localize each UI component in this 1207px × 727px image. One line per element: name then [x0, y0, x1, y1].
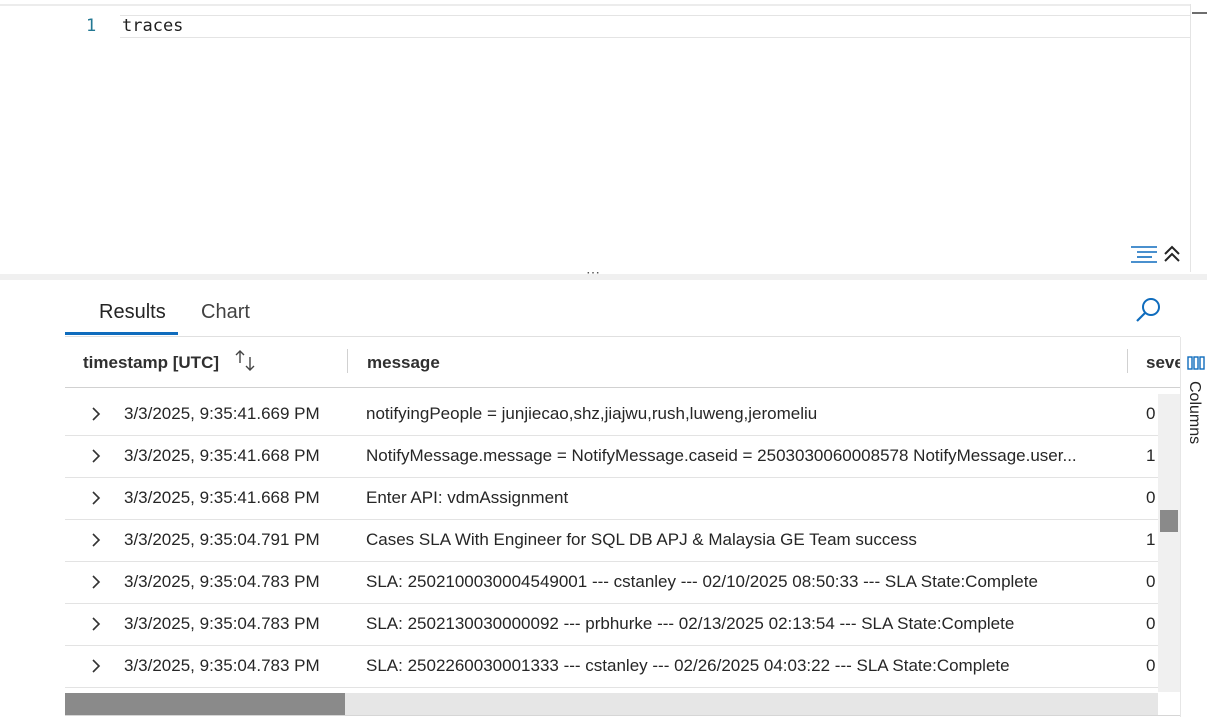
table-row[interactable]: 3/3/2025, 9:35:04.783 PM SLA: 2502260030… — [65, 646, 1160, 688]
editor-top-border — [0, 4, 1190, 6]
column-separator[interactable] — [347, 349, 348, 373]
message-cell: NotifyMessage.message = NotifyMessage.ca… — [366, 446, 1077, 465]
search-icon[interactable] — [1134, 296, 1162, 324]
chevron-right-icon[interactable] — [89, 532, 103, 548]
severity-cell: 1 — [1146, 530, 1156, 549]
columns-panel-toggle[interactable]: Columns — [1180, 337, 1207, 717]
table-row[interactable]: 3/3/2025, 9:35:04.783 PM SLA: 2502130030… — [65, 604, 1160, 646]
timestamp-cell: 3/3/2025, 9:35:04.783 PM — [124, 656, 320, 675]
chevron-right-icon[interactable] — [89, 448, 103, 464]
columns-icon[interactable] — [1187, 355, 1205, 371]
collapse-up-icon[interactable] — [1162, 244, 1182, 264]
timestamp-cell: 3/3/2025, 9:35:04.783 PM — [124, 572, 320, 591]
severity-cell: 0 — [1146, 404, 1156, 423]
format-icon[interactable] — [1130, 244, 1158, 264]
table-row[interactable]: 3/3/2025, 9:35:41.668 PM Enter API: vdmA… — [65, 478, 1160, 520]
chevron-right-icon[interactable] — [89, 658, 103, 674]
timestamp-cell: 3/3/2025, 9:35:41.668 PM — [124, 488, 320, 507]
column-header-timestamp[interactable]: timestamp [UTC] — [83, 353, 219, 373]
severity-cell: 0 — [1146, 614, 1156, 633]
column-separator[interactable] — [1127, 349, 1128, 373]
grid-header: timestamp [UTC] message seve — [65, 337, 1180, 388]
vertical-scrollbar[interactable] — [1158, 394, 1180, 692]
splitter-grip-icon[interactable]: ⋯ — [586, 264, 601, 281]
active-tab-indicator — [65, 332, 178, 335]
line-number: 1 — [86, 16, 97, 36]
grid-bottom-border — [65, 715, 1207, 716]
table-row[interactable]: 3/3/2025, 9:35:41.669 PM notifyingPeople… — [65, 394, 1160, 436]
timestamp-cell: 3/3/2025, 9:35:41.668 PM — [124, 446, 320, 465]
query-text[interactable]: traces — [122, 16, 183, 36]
editor-scrollbar[interactable] — [1190, 4, 1191, 272]
chevron-right-icon[interactable] — [89, 490, 103, 506]
timestamp-cell: 3/3/2025, 9:35:41.669 PM — [124, 404, 320, 423]
message-cell: SLA: 2502260030001333 --- cstanley --- 0… — [366, 656, 1010, 675]
chevron-right-icon[interactable] — [89, 616, 103, 632]
columns-panel-label[interactable]: Columns — [1185, 381, 1203, 444]
sort-icon[interactable] — [233, 349, 259, 373]
horizontal-scroll-thumb[interactable] — [65, 693, 345, 715]
message-cell: SLA: 2502130030000092 --- prbhurke --- 0… — [366, 614, 1015, 633]
column-header-severity[interactable]: seve — [1146, 353, 1180, 373]
results-grid: timestamp [UTC] message seve 3/3/2025, 9… — [65, 337, 1180, 715]
timestamp-cell: 3/3/2025, 9:35:04.783 PM — [124, 614, 320, 633]
message-cell: Enter API: vdmAssignment — [366, 488, 569, 507]
horizontal-scrollbar[interactable] — [65, 693, 1158, 715]
chevron-right-icon[interactable] — [89, 574, 103, 590]
query-editor[interactable]: 1 traces — [0, 0, 1207, 274]
severity-cell: 0 — [1146, 488, 1156, 507]
chevron-right-icon[interactable] — [89, 406, 103, 422]
message-cell: SLA: 2502100030004549001 --- cstanley --… — [366, 572, 1038, 591]
column-header-message[interactable]: message — [367, 353, 440, 373]
timestamp-cell: 3/3/2025, 9:35:04.791 PM — [124, 530, 320, 549]
message-cell: Cases SLA With Engineer for SQL DB APJ &… — [366, 530, 917, 549]
grid-rows: 3/3/2025, 9:35:41.669 PM notifyingPeople… — [65, 394, 1160, 688]
table-row[interactable]: 3/3/2025, 9:35:04.791 PM Cases SLA With … — [65, 520, 1160, 562]
severity-cell: 1 — [1146, 446, 1156, 465]
severity-cell: 0 — [1146, 572, 1156, 591]
tab-chart[interactable]: Chart — [201, 301, 250, 324]
message-cell: notifyingPeople = junjiecao,shz,jiajwu,r… — [366, 404, 818, 423]
vertical-scroll-thumb[interactable] — [1160, 510, 1178, 532]
tab-results[interactable]: Results — [99, 301, 166, 324]
editor-scroll-marker — [1192, 12, 1207, 14]
results-pane: Results Chart timestamp [UTC] message se… — [0, 280, 1207, 727]
current-line-highlight — [120, 15, 1190, 38]
table-row[interactable]: 3/3/2025, 9:35:04.783 PM SLA: 2502100030… — [65, 562, 1160, 604]
table-row[interactable]: 3/3/2025, 9:35:41.668 PM NotifyMessage.m… — [65, 436, 1160, 478]
severity-cell: 0 — [1146, 656, 1156, 675]
